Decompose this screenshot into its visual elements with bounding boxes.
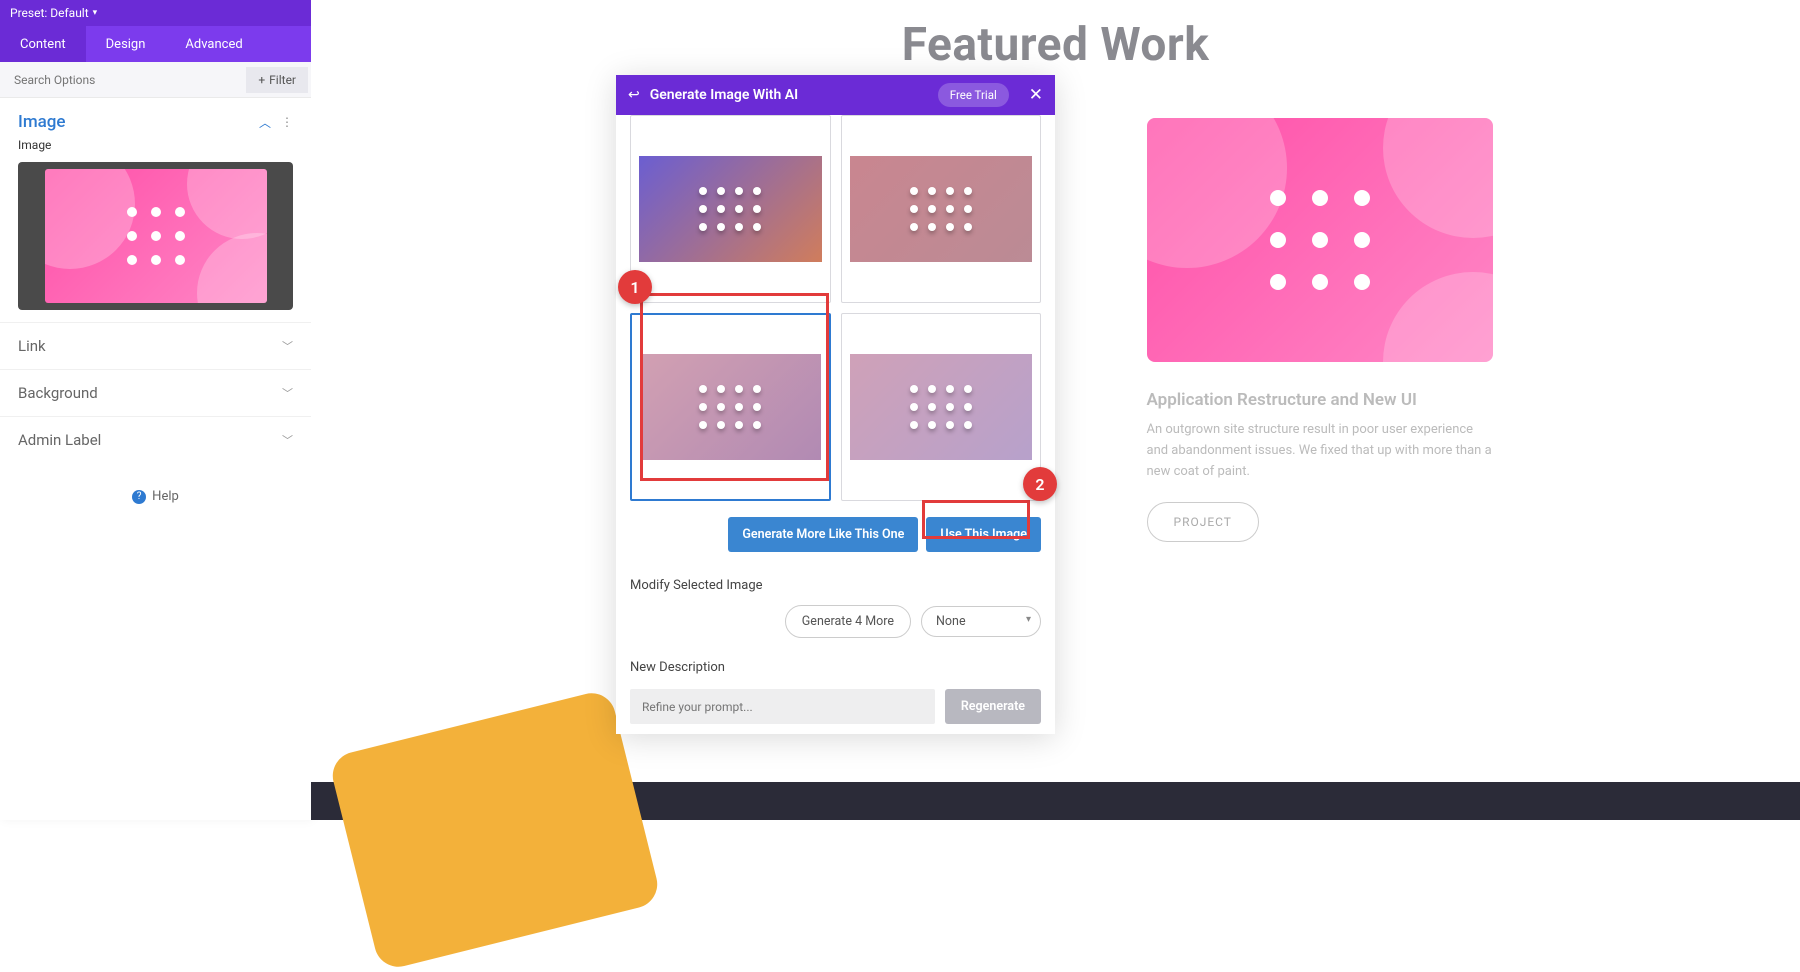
result-thumb[interactable]: [630, 115, 831, 303]
accordion-admin-label[interactable]: Admin Label ﹀: [0, 416, 311, 463]
modify-select-wrap: None: [921, 606, 1041, 637]
filter-label: Filter: [269, 73, 296, 87]
kebab-icon[interactable]: ⋮: [281, 115, 293, 129]
modal-header: ↩ Generate Image With AI Free Trial ✕: [616, 75, 1055, 115]
accordion-label: Background: [18, 384, 98, 402]
tab-design[interactable]: Design: [86, 26, 166, 62]
ai-image-modal: ↩ Generate Image With AI Free Trial ✕ Ge…: [616, 75, 1055, 734]
result-thumb[interactable]: [841, 115, 1042, 303]
chevron-down-icon: ﹀: [282, 338, 293, 354]
accordion-label: Admin Label: [18, 431, 101, 449]
annotation-badge-2: 2: [1023, 467, 1057, 501]
view-project-button[interactable]: PROJECT: [1147, 502, 1259, 542]
close-icon[interactable]: ✕: [1029, 85, 1043, 105]
chevron-down-icon: ﹀: [282, 385, 293, 401]
project-thumb: [1147, 118, 1493, 362]
generate-row: Generate 4 More None: [630, 605, 1041, 638]
new-description-label: New Description: [630, 660, 1041, 675]
preset-bar[interactable]: Preset: Default ▾: [0, 0, 311, 26]
search-row: + Filter: [0, 62, 311, 98]
filter-button[interactable]: + Filter: [246, 67, 308, 93]
page-title: Featured Work: [311, 0, 1800, 72]
result-thumb[interactable]: [841, 313, 1042, 501]
regenerate-button[interactable]: Regenerate: [945, 689, 1041, 724]
accordion-label: Link: [18, 337, 46, 355]
search-input[interactable]: [0, 73, 246, 87]
project-body: An outgrown site structure result in poo…: [1147, 420, 1493, 482]
tab-advanced[interactable]: Advanced: [165, 26, 262, 62]
section-header-image[interactable]: Image ︿ ⋮: [0, 98, 311, 138]
settings-sidebar: Preset: Default ▾ Content Design Advance…: [0, 0, 311, 820]
image-preview-well[interactable]: [18, 162, 293, 310]
chevron-down-icon: ▾: [93, 8, 98, 18]
modify-select[interactable]: None: [921, 606, 1041, 637]
sidebar-tabs: Content Design Advanced: [0, 26, 311, 62]
accordion-background[interactable]: Background ﹀: [0, 369, 311, 416]
back-icon[interactable]: ↩: [628, 87, 640, 103]
page-canvas: Featured Work We VIEW Application Restru…: [311, 0, 1800, 820]
annotation-badge-1: 1: [618, 270, 652, 304]
help-row[interactable]: ? Help: [0, 463, 311, 504]
image-sublabel: Image: [0, 138, 311, 162]
cards-row: We VIEW Application Restructure and New …: [311, 72, 1800, 542]
image-preview: [45, 169, 267, 303]
generate-more-like-button[interactable]: Generate More Like This One: [728, 517, 918, 552]
help-icon: ?: [132, 490, 146, 504]
project-title: Application Restructure and New UI: [1147, 390, 1493, 410]
action-row: Generate More Like This One Use This Ima…: [630, 501, 1041, 556]
accordion-link[interactable]: Link ﹀: [0, 322, 311, 369]
use-this-image-button[interactable]: Use This Image: [926, 517, 1041, 552]
result-grid: [630, 115, 1041, 501]
modal-title: Generate Image With AI: [650, 87, 928, 103]
prompt-row: Regenerate: [630, 689, 1041, 724]
tab-content[interactable]: Content: [0, 26, 86, 62]
plus-icon: +: [258, 73, 265, 87]
section-title: Image: [18, 112, 66, 132]
modify-section-label: Modify Selected Image: [630, 578, 1041, 593]
generate-4-more-button[interactable]: Generate 4 More: [785, 605, 911, 638]
free-trial-badge[interactable]: Free Trial: [938, 83, 1009, 107]
prompt-input[interactable]: [630, 689, 935, 724]
preset-label: Preset: Default: [10, 6, 89, 20]
modal-body: Generate More Like This One Use This Ima…: [616, 115, 1055, 734]
help-label: Help: [152, 489, 179, 504]
result-thumb-selected[interactable]: [630, 313, 831, 501]
chevron-down-icon: ﹀: [282, 432, 293, 448]
project-card: Application Restructure and New UI An ou…: [1147, 118, 1493, 542]
chevron-up-icon[interactable]: ︿: [259, 114, 271, 131]
